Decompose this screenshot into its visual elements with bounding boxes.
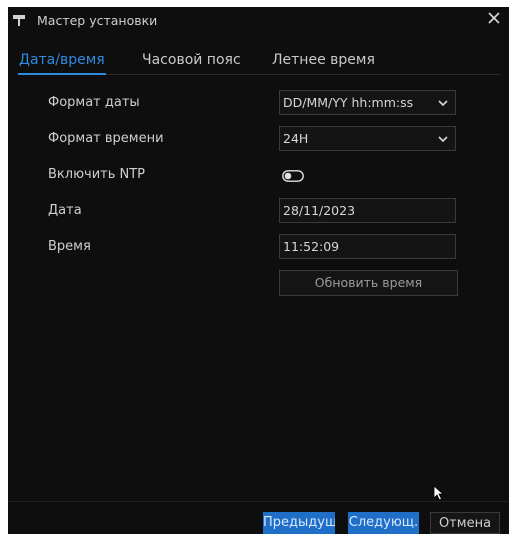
time-format-select[interactable]: 24H	[279, 126, 456, 151]
time-format-value: 24H	[283, 131, 309, 146]
update-time-button[interactable]: Обновить время	[279, 270, 458, 296]
date-value: 28/11/2023	[283, 203, 356, 218]
cancel-button[interactable]: Отмена	[430, 512, 500, 534]
time-label: Время	[48, 239, 91, 254]
chevron-down-icon	[438, 100, 448, 107]
titlebar: Мастер установки	[8, 7, 509, 33]
date-format-label: Формат даты	[48, 95, 140, 110]
close-icon[interactable]	[487, 11, 501, 25]
setup-wizard-dialog: Мастер установки Дата/время Часовой пояс…	[8, 7, 509, 534]
tab-date-time[interactable]: Дата/время	[19, 52, 105, 68]
footer-divider	[8, 501, 509, 502]
date-label: Дата	[48, 203, 82, 218]
ntp-label: Включить NTP	[48, 167, 146, 182]
tab-bar: Дата/время Часовой пояс Летнее время	[8, 43, 509, 75]
mouse-pointer-icon	[433, 485, 445, 501]
time-value: 11:52:09	[283, 239, 340, 254]
time-input[interactable]: 11:52:09	[279, 234, 456, 259]
chevron-down-icon	[438, 136, 448, 143]
window-title: Мастер установки	[37, 13, 158, 28]
ntp-toggle[interactable]	[282, 170, 304, 182]
next-button[interactable]: Следующ.	[348, 512, 419, 534]
date-format-select[interactable]: DD/MM/YY hh:mm:ss	[279, 90, 456, 115]
date-input[interactable]: 28/11/2023	[279, 198, 456, 223]
time-format-label: Формат времени	[48, 131, 164, 146]
date-format-value: DD/MM/YY hh:mm:ss	[283, 95, 414, 110]
wizard-icon	[13, 15, 25, 26]
previous-button[interactable]: Предыдущ.	[263, 512, 335, 534]
tab-time-zone[interactable]: Часовой пояс	[142, 52, 241, 68]
tab-dst[interactable]: Летнее время	[272, 52, 375, 68]
active-tab-indicator	[18, 73, 106, 75]
